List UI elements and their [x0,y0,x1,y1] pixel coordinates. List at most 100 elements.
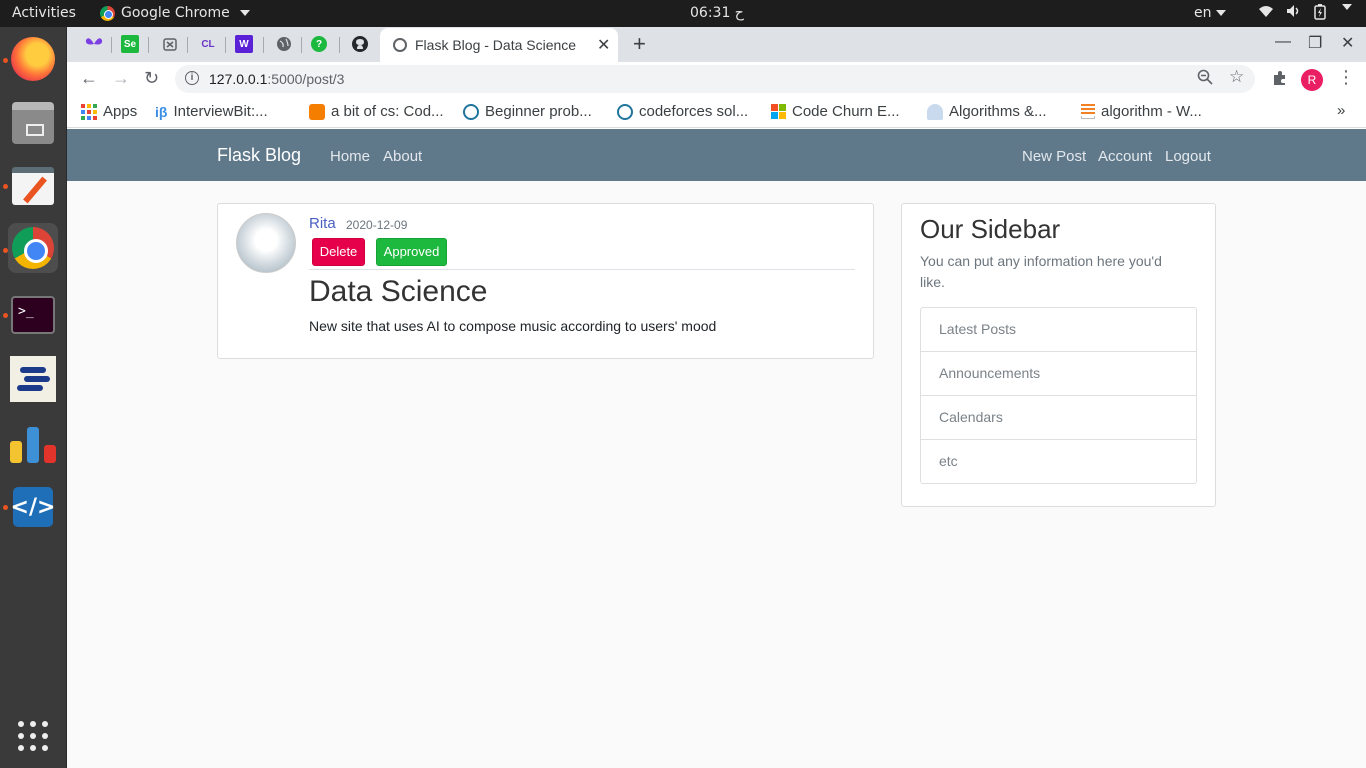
dock-charts-app[interactable] [8,418,58,468]
tab-separator [225,37,226,53]
nav-logout[interactable]: Logout [1165,148,1211,165]
info-icon[interactable]: i [185,71,199,85]
nav-new-post[interactable]: New Post [1022,148,1086,165]
bookmark-beginner-prob[interactable]: Beginner prob... [463,103,592,120]
app-menu[interactable]: Google Chrome [100,5,250,21]
pinned-tab[interactable] [83,34,105,54]
close-tab-icon[interactable]: ✕ [597,35,610,55]
dock-stack-app[interactable] [8,354,58,404]
dock-terminal[interactable]: >_ [8,290,58,340]
extensions-icon[interactable] [1272,70,1288,91]
bookmark-a-bit-of-cs[interactable]: a bit of cs: Cod... [309,103,444,120]
pinned-tab[interactable]: Se [121,35,139,53]
sidebar-item-announcements[interactable]: Announcements [921,352,1196,396]
tab-separator [339,37,340,53]
bookmark-apps[interactable]: Apps [81,103,137,120]
language-indicator[interactable]: en [1194,5,1226,21]
wordpress-icon [463,103,479,120]
wordpress-icon [617,103,633,120]
maximize-button[interactable]: ❐ [1308,33,1322,53]
chrome-icon [100,5,115,21]
blogger-icon [309,103,325,120]
pinned-tab[interactable]: CL [197,34,219,54]
stack-app-icon [10,356,56,402]
tab-separator [111,37,112,53]
tab-separator [187,37,188,53]
more-bookmarks-icon[interactable]: » [1337,102,1345,119]
bookmark-label: Beginner prob... [485,103,592,120]
globe-icon [393,38,407,52]
pinned-tab[interactable]: ? [311,36,327,52]
url-text: 127.0.0.1:5000/post/3 [209,71,344,87]
caret-down-icon [1215,10,1226,16]
profile-avatar[interactable]: R [1301,69,1323,91]
globe-icon [277,37,291,51]
battery-icon [1314,4,1326,24]
sidebar-item-calendars[interactable]: Calendars [921,396,1196,440]
dock-chrome[interactable] [8,223,58,273]
bookmark-codeforces[interactable]: codeforces sol... [617,103,748,120]
tab-separator [263,37,264,53]
tab-active[interactable]: Flask Blog - Data Science ✕ [380,28,618,62]
sidebar-item-etc[interactable]: etc [921,440,1196,483]
post-author-link[interactable]: Rita [309,215,336,232]
zoom-icon[interactable] [1197,69,1213,89]
sidebar-item-latest-posts[interactable]: Latest Posts [921,308,1196,352]
bookmark-label: Algorithms &... [949,103,1047,120]
pinned-tab[interactable]: W [235,35,253,53]
sidebar-title: Our Sidebar [920,214,1061,244]
bookmark-algorithms[interactable]: Algorithms &... [927,103,1047,120]
bookmark-interviewbit[interactable]: iβ InterviewBit:... [155,103,268,120]
selenium-icon: Se [123,38,137,50]
nav-account[interactable]: Account [1098,148,1152,165]
clock[interactable]: 06:31 ح [690,5,744,21]
minimize-button[interactable]: — [1275,33,1291,51]
dock-text-editor[interactable] [8,161,58,211]
tab-strip: Se CL W ? Flask Blog - Data Science ✕ + … [67,27,1366,62]
butterfly-icon [85,38,103,45]
activities-button[interactable]: Activities [12,5,76,21]
approved-button[interactable]: Approved [376,238,447,266]
forward-button[interactable]: → [112,68,130,89]
firefox-icon [11,37,55,81]
site-brand[interactable]: Flask Blog [217,145,301,166]
stackoverflow-icon [1081,104,1095,119]
address-bar[interactable]: i 127.0.0.1:5000/post/3 ☆ [175,65,1255,93]
dock-vscode[interactable]: </> [8,482,58,532]
dock-firefox[interactable] [8,34,58,84]
dock-files[interactable] [8,98,58,148]
delete-button[interactable]: Delete [312,238,365,266]
menu-icon[interactable]: ⋮ [1337,67,1355,88]
files-icon [12,102,54,144]
system-top-bar: Activities Google Chrome 06:31 ح en [0,0,1366,27]
pinned-tab[interactable] [349,34,371,54]
site-navbar: Flask Blog Home About New Post Account L… [67,129,1366,181]
nav-about[interactable]: About [383,148,422,165]
pinned-tab[interactable] [159,34,181,54]
terminal-icon: >_ [11,296,55,334]
tab-separator [148,37,149,53]
algorithms-icon [927,103,943,120]
url-path: :5000/post/3 [267,71,345,87]
back-button[interactable]: ← [80,68,98,89]
nav-home[interactable]: Home [330,148,370,165]
url-host: 127.0.0.1 [209,71,268,87]
web-page: Flask Blog Home About New Post Account L… [67,129,1366,768]
bookmark-label: algorithm - W... [1101,103,1202,120]
new-tab-button[interactable]: + [633,31,646,57]
post-divider [309,269,855,270]
pinned-tab[interactable] [273,34,295,54]
bookmark-algorithm-w[interactable]: algorithm - W... [1081,103,1202,120]
bookmark-label: a bit of cs: Cod... [331,103,444,120]
show-applications-button[interactable] [8,711,58,761]
bookmark-star-icon[interactable]: ☆ [1229,67,1244,87]
wifi-icon [1258,4,1274,24]
dock: >_ </> [0,27,67,768]
interviewbit-icon: iβ [155,103,168,120]
sidebar-list: Latest Posts Announcements Calendars etc [920,307,1197,484]
bookmark-code-churn[interactable]: Code Churn E... [771,103,900,120]
system-tray[interactable] [1258,4,1352,24]
close-window-button[interactable]: ✕ [1341,33,1354,53]
reload-button[interactable]: ↻ [144,68,159,89]
author-avatar [236,213,296,273]
